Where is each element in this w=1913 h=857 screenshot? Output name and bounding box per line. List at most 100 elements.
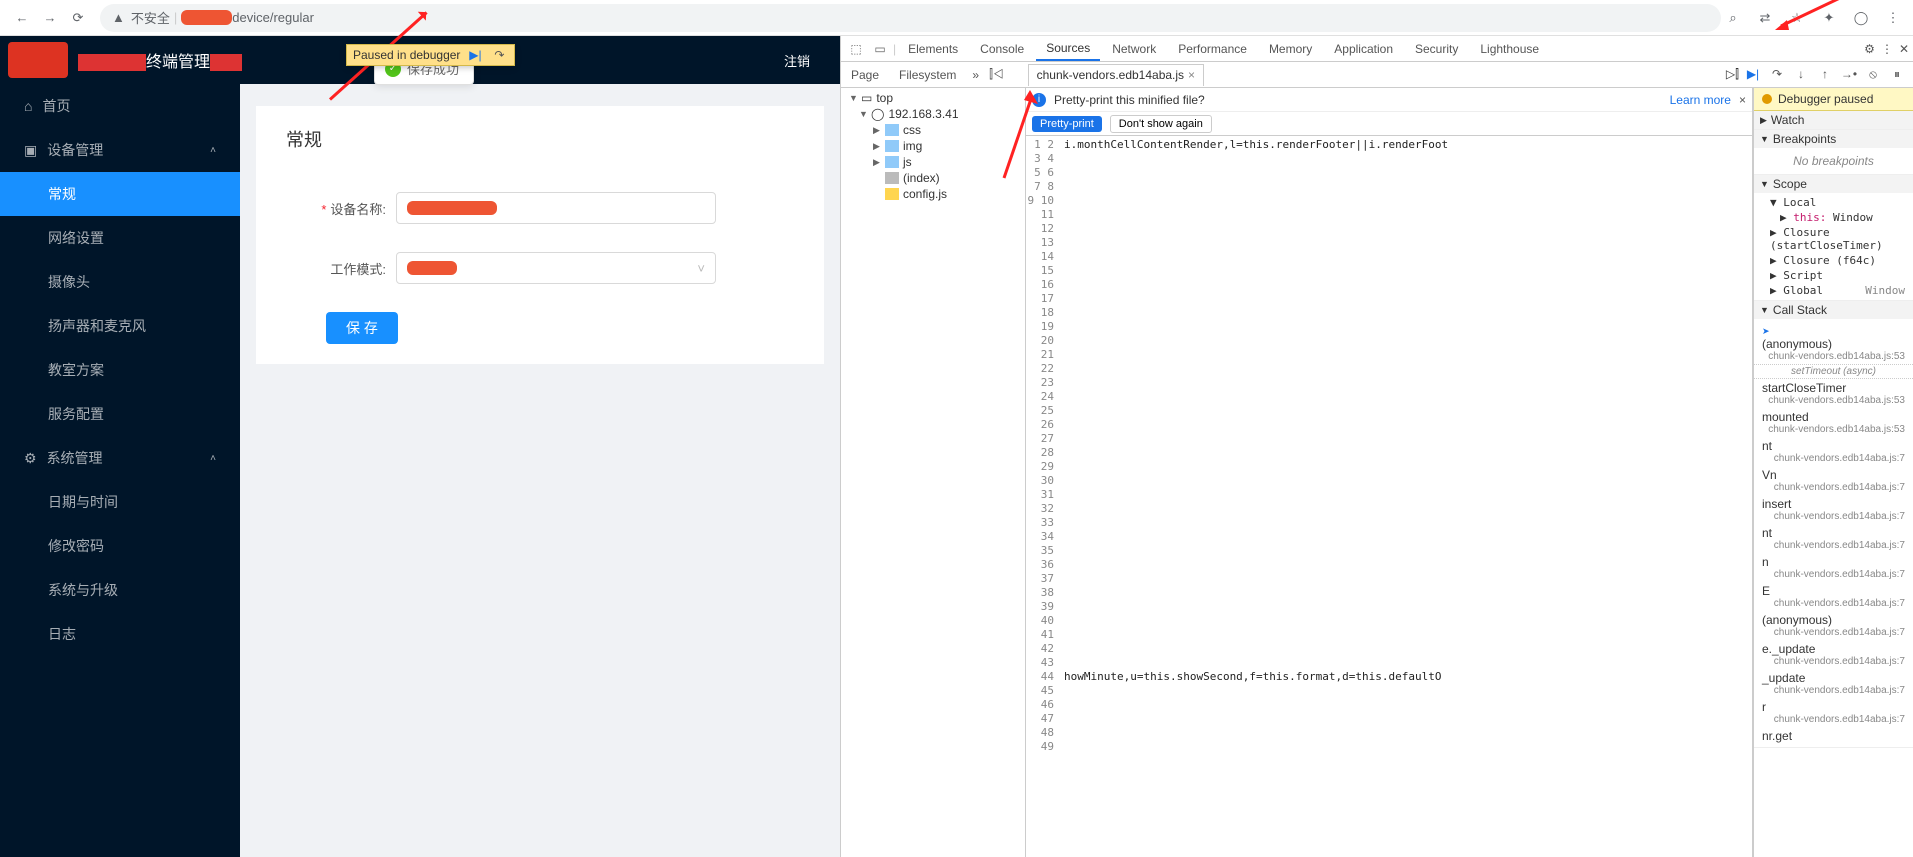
profile-icon[interactable]: ◯ [1849,10,1873,26]
sidebar-item-service[interactable]: 服务配置 [0,392,240,436]
tree-css[interactable]: ▶ css [841,122,1025,138]
device-name-label: *设备名称: [286,199,386,218]
more-tabs-icon[interactable]: » [966,68,985,82]
tab-security[interactable]: Security [1405,36,1468,61]
callstack-frame[interactable]: _updatechunk-vendors.edb14aba.js:7 [1754,669,1913,698]
tab-application[interactable]: Application [1324,36,1403,61]
callstack-frame[interactable]: ntchunk-vendors.edb14aba.js:7 [1754,437,1913,466]
device-name-input[interactable] [396,192,716,224]
debugger-step-icon[interactable]: ↷ [490,47,508,63]
breakpoints-section[interactable]: ▼Breakpoints [1754,130,1913,148]
save-button[interactable]: 保 存 [326,312,398,344]
step-out-icon[interactable]: ↑ [1815,67,1835,82]
sidebar-item-password[interactable]: 修改密码 [0,524,240,568]
deactivate-breakpoints-icon[interactable]: ⦸ [1863,67,1883,82]
callstack-frame[interactable]: e._updatechunk-vendors.edb14aba.js:7 [1754,640,1913,669]
work-mode-select[interactable]: ˅ [396,252,716,284]
forward-button[interactable]: → [36,4,64,32]
callstack-frame[interactable]: rchunk-vendors.edb14aba.js:7 [1754,698,1913,727]
tab-console[interactable]: Console [970,36,1034,61]
callstack-section[interactable]: ▼Call Stack [1754,301,1913,319]
close-file-icon[interactable]: × [1188,68,1195,82]
callstack-frame[interactable]: Echunk-vendors.edb14aba.js:7 [1754,582,1913,611]
close-devtools-icon[interactable]: ✕ [1899,42,1909,56]
sidebar-item-network[interactable]: 网络设置 [0,216,240,260]
reload-button[interactable]: ⟳ [64,4,92,32]
step-icon[interactable]: →• [1839,67,1859,82]
tab-memory[interactable]: Memory [1259,36,1322,61]
scope-local[interactable]: ▼ Local [1754,195,1913,210]
callstack-frame[interactable]: startCloseTimerchunk-vendors.edb14aba.js… [1754,379,1913,408]
close-banner-icon[interactable]: × [1739,93,1746,107]
sidebar-item-upgrade[interactable]: 系统与升级 [0,568,240,612]
sources-filesystem-tab[interactable]: Filesystem [889,62,966,87]
translate-icon[interactable]: ⇄ [1753,10,1777,26]
pretty-print-message: Pretty-print this minified file? [1054,93,1205,107]
step-over-icon[interactable]: ↷ [1767,67,1787,82]
inspect-icon[interactable]: ⬚ [845,42,867,56]
sidebar-item-home[interactable]: ⌂首页 [0,84,240,128]
sidebar-item-audio[interactable]: 扬声器和麦克风 [0,304,240,348]
scope-closure2[interactable]: ▶ Closure (f64c) [1754,253,1913,268]
watch-section[interactable]: ▶Watch [1754,111,1913,129]
pretty-print-button[interactable]: Pretty-print [1032,116,1102,132]
tab-sources[interactable]: Sources [1036,36,1100,61]
code-content[interactable]: i.monthCellContentRender,l=this.renderFo… [1060,136,1752,857]
insecure-label: 不安全 [131,8,170,27]
sidebar-item-camera[interactable]: 摄像头 [0,260,240,304]
callstack-frame[interactable]: (anonymous)chunk-vendors.edb14aba.js:53 [1754,321,1913,364]
callstack-frame[interactable]: nr.get [1754,727,1913,745]
callstack-frame[interactable]: Vnchunk-vendors.edb14aba.js:7 [1754,466,1913,495]
sidebar-item-regular[interactable]: 常规 [0,172,240,216]
key-icon[interactable]: ⌕ [1721,10,1745,26]
tree-js[interactable]: ▶ js [841,154,1025,170]
scope-global[interactable]: ▶ GlobalWindow [1754,283,1913,298]
resume-icon[interactable]: ▶| [1743,67,1763,82]
device-toolbar-icon[interactable]: ▭ [869,42,891,56]
star-icon[interactable]: ☆ [1785,10,1809,26]
extensions-icon[interactable]: ✦ [1817,10,1841,26]
logout-link[interactable]: 注销 [784,51,810,70]
callstack-frame[interactable]: ntchunk-vendors.edb14aba.js:7 [1754,524,1913,553]
chevron-up-icon: ˄ [210,453,216,464]
tree-index[interactable]: (index) [841,170,1025,186]
sidebar-item-device-mgmt[interactable]: ▣设备管理˄ [0,128,240,172]
sidebar-toggle-icon[interactable]: ⫿◁ [985,67,1008,82]
sidebar-item-datetime[interactable]: 日期与时间 [0,480,240,524]
address-bar[interactable]: ▲ 不安全 | xx device/regular [100,4,1721,32]
tab-performance[interactable]: Performance [1168,36,1257,61]
callstack-frame[interactable]: nchunk-vendors.edb14aba.js:7 [1754,553,1913,582]
scope-section[interactable]: ▼Scope [1754,175,1913,193]
back-button[interactable]: ← [8,4,36,32]
callstack-frame[interactable]: insertchunk-vendors.edb14aba.js:7 [1754,495,1913,524]
open-file-tab[interactable]: chunk-vendors.edb14aba.js × [1028,64,1204,86]
more-icon[interactable]: ⋮ [1881,42,1893,56]
sources-page-tab[interactable]: Page [841,62,889,87]
tree-config[interactable]: config.js [841,186,1025,202]
sidebar-item-classroom[interactable]: 教室方案 [0,348,240,392]
pause-exceptions-icon[interactable]: ⏸ [1887,67,1907,82]
sidebar-item-system-mgmt[interactable]: ⚙系统管理˄ [0,436,240,480]
scope-this[interactable]: ▶ this: Window [1754,210,1913,225]
scope-script[interactable]: ▶ Script [1754,268,1913,283]
debugger-resume-icon[interactable]: ▶| [466,47,484,63]
device-icon: ▣ [24,142,37,159]
callstack-frame[interactable]: (anonymous)chunk-vendors.edb14aba.js:7 [1754,611,1913,640]
scope-closure1[interactable]: ▶ Closure (startCloseTimer) [1754,225,1913,253]
step-into-icon[interactable]: ↓ [1791,67,1811,82]
menu-icon[interactable]: ⋮ [1881,10,1905,26]
sidebar-item-log[interactable]: 日志 [0,612,240,656]
tab-network[interactable]: Network [1102,36,1166,61]
tab-elements[interactable]: Elements [898,36,968,61]
learn-more-link[interactable]: Learn more [1670,93,1731,107]
sidebar-right-toggle-icon[interactable]: ▷⫿ [1722,67,1743,82]
file-tree: ▼▭ top ▼◯ 192.168.3.41 ▶ css ▶ img ▶ js … [841,88,1026,857]
tree-img[interactable]: ▶ img [841,138,1025,154]
tree-top[interactable]: ▼▭ top [841,90,1025,106]
callstack-frame[interactable]: mountedchunk-vendors.edb14aba.js:53 [1754,408,1913,437]
settings-icon[interactable]: ⚙ [1864,42,1875,56]
tab-lighthouse[interactable]: Lighthouse [1470,36,1549,61]
dont-show-button[interactable]: Don't show again [1110,115,1212,133]
paused-in-debugger-badge: Paused in debugger ▶| ↷ [346,44,515,66]
tree-host[interactable]: ▼◯ 192.168.3.41 [841,106,1025,122]
